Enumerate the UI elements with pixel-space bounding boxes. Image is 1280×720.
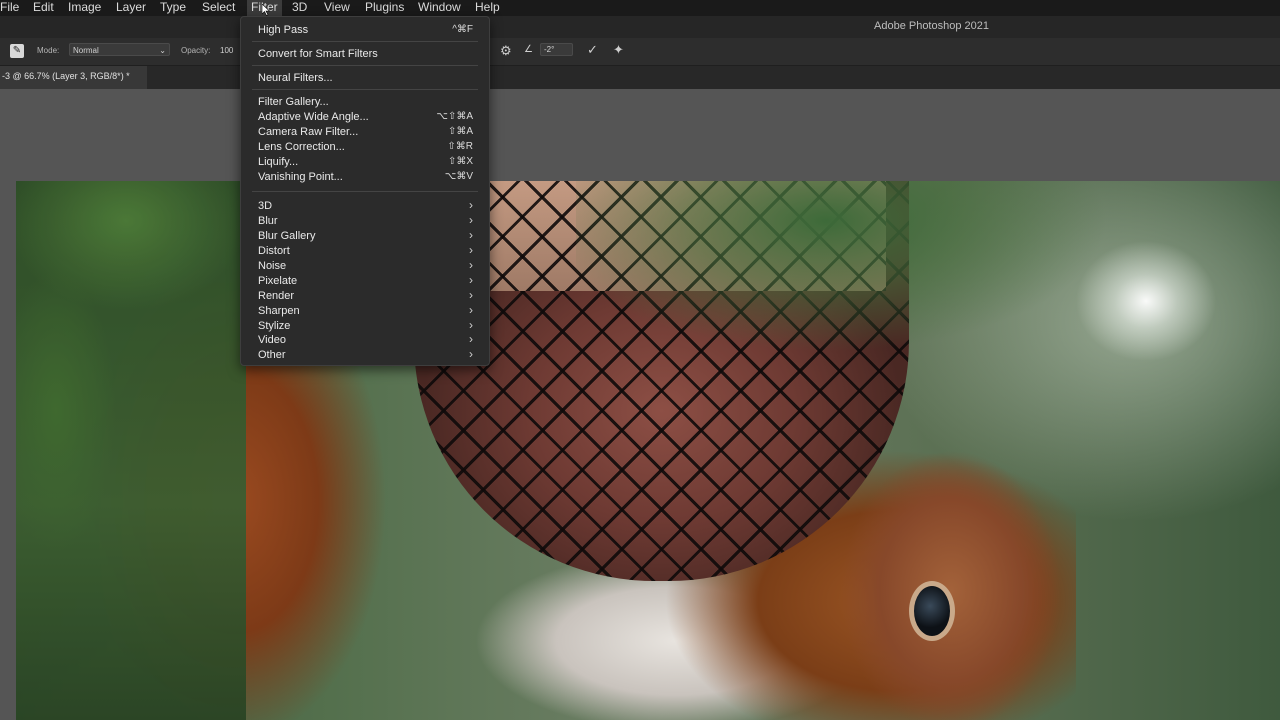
menu-item-label: 3D	[258, 200, 273, 212]
menu-item-label: Distort	[258, 245, 290, 257]
menu-item-vanishing-point[interactable]: Vanishing Point... ⌥⌘V	[258, 170, 473, 185]
menu-help[interactable]: Help	[475, 0, 500, 16]
menu-item-shortcut: ^⌘F	[452, 24, 473, 35]
menu-item-sharpen[interactable]: Sharpen ›	[258, 303, 473, 319]
foliage-top	[576, 181, 1136, 411]
mode-label: Mode:	[37, 46, 60, 55]
menu-item-label: Render	[258, 290, 295, 302]
menu-item-noise[interactable]: Noise ›	[258, 258, 473, 274]
document-tab[interactable]: -3 @ 66.7% (Layer 3, RGB/8*) *	[0, 66, 147, 89]
gear-icon[interactable]: ⚙	[500, 43, 512, 59]
menu-item-label: Lens Correction...	[258, 141, 345, 153]
menu-item-adaptive-wide-angle[interactable]: Adaptive Wide Angle... ⌥⇧⌘A	[258, 110, 473, 125]
menu-layer[interactable]: Layer	[116, 0, 146, 16]
mode-value: Normal	[73, 46, 99, 55]
menu-item-shortcut: ⇧⌘X	[447, 156, 473, 167]
symmetry-icon[interactable]: ✦	[613, 42, 624, 58]
opacity-value[interactable]: 100	[220, 46, 233, 55]
brush-preset-icon[interactable]: ✎	[10, 44, 24, 58]
menu-item-blur-gallery[interactable]: Blur Gallery ›	[258, 228, 473, 244]
menu-item-label: Liquify...	[258, 156, 299, 168]
app-title-bar: Adobe Photoshop 2021	[0, 16, 1280, 38]
menu-separator	[252, 191, 478, 192]
angle-icon: ∠	[524, 44, 533, 55]
app-title: Adobe Photoshop 2021	[874, 20, 989, 32]
menu-image[interactable]: Image	[68, 0, 101, 16]
chevron-down-icon: ⌄	[159, 46, 166, 55]
chevron-right-icon: ›	[469, 347, 473, 361]
options-bar: ✎ Mode: Normal ⌄ Opacity: 100 ⚙ ∠ -2° ✓ …	[0, 38, 1280, 66]
chevron-right-icon: ›	[469, 228, 473, 242]
mode-select[interactable]: Normal ⌄	[69, 43, 170, 56]
chevron-right-icon: ›	[469, 213, 473, 227]
menu-item-label: Convert for Smart Filters	[258, 48, 378, 60]
menu-bar: File Edit Image Layer Type Select Filter…	[0, 0, 1280, 16]
menu-3d[interactable]: 3D	[292, 0, 307, 16]
menu-file[interactable]: File	[0, 0, 19, 16]
mouse-cursor-icon	[262, 4, 270, 16]
menu-item-lens-correction[interactable]: Lens Correction... ⇧⌘R	[258, 140, 473, 155]
document-tab-bar: -3 @ 66.7% (Layer 3, RGB/8*) *	[0, 66, 1280, 89]
menu-item-camera-raw-filter[interactable]: Camera Raw Filter... ⇧⌘A	[258, 125, 473, 140]
chevron-right-icon: ›	[469, 288, 473, 302]
squirrel-eye	[909, 581, 955, 641]
menu-item-pixelate[interactable]: Pixelate ›	[258, 273, 473, 289]
menu-type[interactable]: Type	[160, 0, 186, 16]
menu-item-shortcut: ⌥⇧⌘A	[436, 111, 473, 122]
pressure-icon[interactable]: ✓	[587, 42, 598, 58]
menu-item-label: Adaptive Wide Angle...	[258, 111, 369, 123]
chevron-right-icon: ›	[469, 318, 473, 332]
menu-item-label: Stylize	[258, 320, 291, 332]
menu-item-3d[interactable]: 3D ›	[258, 198, 473, 214]
menu-item-other[interactable]: Other ›	[258, 347, 473, 363]
angle-field[interactable]: -2°	[540, 43, 573, 56]
menu-plugins[interactable]: Plugins	[365, 0, 404, 16]
menu-item-label: Neural Filters...	[258, 72, 333, 84]
menu-item-shortcut: ⌥⌘V	[444, 171, 473, 182]
chevron-right-icon: ›	[469, 273, 473, 287]
menu-item-label: High Pass	[258, 24, 309, 36]
menu-separator	[252, 65, 478, 66]
squirrel-head	[836, 451, 1066, 720]
menu-item-convert-smart-filters[interactable]: Convert for Smart Filters	[258, 47, 473, 62]
menu-window[interactable]: Window	[418, 0, 461, 16]
filter-menu: High Pass ^⌘F Convert for Smart Filters …	[240, 16, 490, 366]
menu-item-label: Sharpen	[258, 305, 300, 317]
chevron-right-icon: ›	[469, 258, 473, 272]
chevron-right-icon: ›	[469, 303, 473, 317]
menu-separator	[252, 41, 478, 42]
menu-item-video[interactable]: Video ›	[258, 332, 473, 348]
angle-value: -2°	[544, 45, 555, 54]
menu-edit[interactable]: Edit	[33, 0, 54, 16]
menu-item-filter-gallery[interactable]: Filter Gallery...	[258, 95, 473, 110]
chevron-right-icon: ›	[469, 198, 473, 212]
menu-select[interactable]: Select	[202, 0, 235, 16]
menu-view[interactable]: View	[324, 0, 350, 16]
menu-item-label: Noise	[258, 260, 287, 272]
opacity-label: Opacity:	[181, 46, 211, 55]
menu-item-label: Blur Gallery	[258, 230, 316, 242]
document-image[interactable]	[16, 181, 1280, 720]
menu-item-label: Vanishing Point...	[258, 171, 343, 183]
menu-item-shortcut: ⇧⌘R	[447, 141, 473, 152]
menu-item-blur[interactable]: Blur ›	[258, 213, 473, 229]
menu-item-label: Blur	[258, 215, 278, 227]
menu-separator	[252, 89, 478, 90]
menu-item-shortcut: ⇧⌘A	[447, 126, 473, 137]
menu-item-liquify[interactable]: Liquify... ⇧⌘X	[258, 155, 473, 170]
chevron-right-icon: ›	[469, 332, 473, 346]
menu-item-stylize[interactable]: Stylize ›	[258, 318, 473, 334]
menu-item-label: Pixelate	[258, 275, 298, 287]
menu-item-high-pass[interactable]: High Pass ^⌘F	[258, 23, 473, 38]
menu-item-distort[interactable]: Distort ›	[258, 243, 473, 259]
menu-item-render[interactable]: Render ›	[258, 288, 473, 304]
menu-item-label: Camera Raw Filter...	[258, 126, 359, 138]
menu-item-label: Filter Gallery...	[258, 96, 329, 108]
menu-item-neural-filters[interactable]: Neural Filters...	[258, 71, 473, 86]
foliage-left	[16, 181, 246, 720]
chevron-right-icon: ›	[469, 243, 473, 257]
menu-item-label: Video	[258, 334, 286, 346]
menu-item-label: Other	[258, 349, 286, 361]
